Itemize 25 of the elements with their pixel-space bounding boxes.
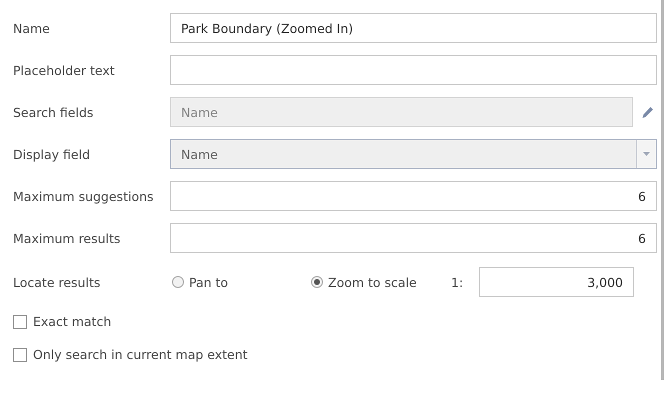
input-field[interactable]: [170, 55, 657, 85]
dropdown[interactable]: Name: [170, 139, 657, 169]
field-label: Name: [13, 20, 51, 36]
checkbox[interactable]: [13, 348, 27, 362]
field-label: Maximum suggestions: [13, 188, 155, 204]
field-label: Display field: [13, 146, 92, 162]
scale-field[interactable]: 3,000: [479, 267, 634, 297]
scale-prefix: 1:: [451, 274, 464, 290]
field-label: Search fields: [13, 104, 94, 120]
field-label: Locate results: [13, 274, 102, 290]
radio-label[interactable]: Zoom to scale: [328, 274, 417, 290]
radio-button[interactable]: [311, 276, 323, 288]
checkbox-label[interactable]: Exact match: [33, 314, 112, 329]
checkbox[interactable]: [13, 314, 27, 328]
radio-label[interactable]: Pan to: [189, 274, 228, 290]
input-field[interactable]: 6: [170, 223, 657, 253]
caret-icon: [643, 152, 650, 156]
field-label: Maximum results: [13, 230, 122, 246]
input-field[interactable]: 6: [170, 181, 657, 211]
input-field[interactable]: Park Boundary (Zoomed In): [170, 13, 657, 43]
radio-button[interactable]: [172, 276, 184, 288]
checkbox-label[interactable]: Only search in current map extent: [33, 347, 248, 362]
field-label: Placeholder text: [13, 62, 116, 78]
scrollbar[interactable]: [661, 0, 664, 380]
edit-icon[interactable]: [641, 106, 654, 118]
